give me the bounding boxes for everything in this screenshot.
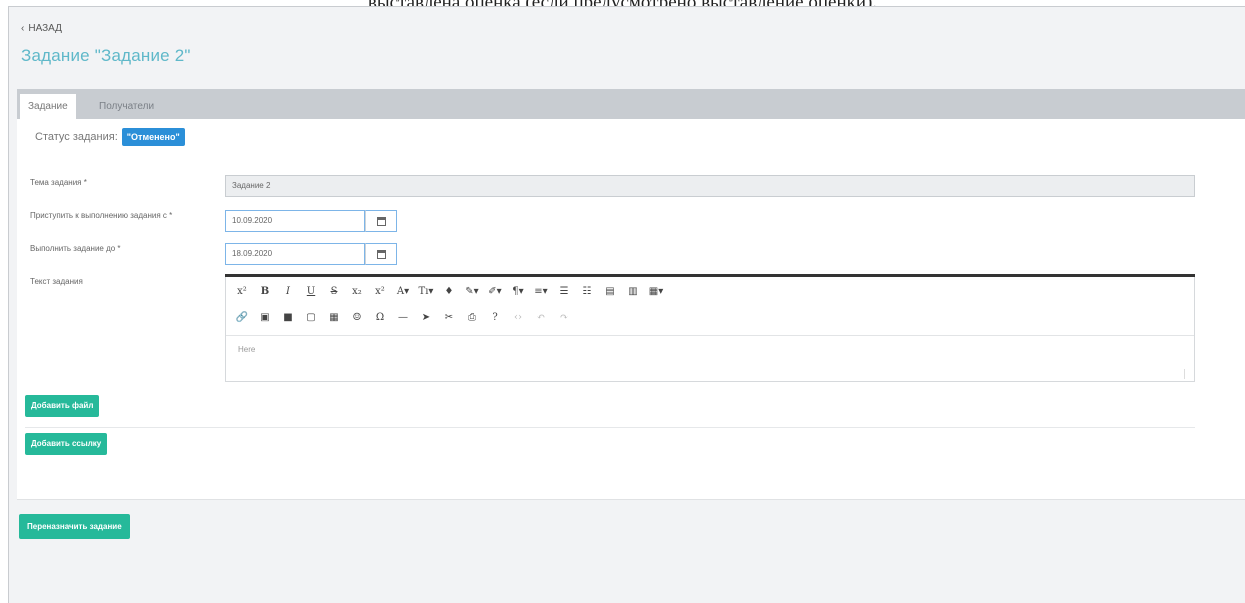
editor-toolbar-row-1: x² B I U S x₂ x² A▾ Tı▾ ♦ ✎▾ ✐▾ ¶▾ ≡▾ ☰ … bbox=[232, 283, 669, 301]
italic-icon[interactable]: I bbox=[278, 283, 298, 301]
resize-handle[interactable] bbox=[1184, 369, 1192, 379]
font-size-dropdown[interactable]: Tı▾ bbox=[416, 283, 436, 301]
horizontal-line-icon[interactable]: — bbox=[393, 309, 413, 327]
emoji-icon[interactable]: ☺ bbox=[347, 309, 367, 327]
select-icon[interactable]: ➤ bbox=[416, 309, 436, 327]
divider bbox=[25, 427, 1195, 428]
back-label: НАЗАД bbox=[28, 23, 62, 34]
video-icon[interactable]: ■ bbox=[278, 309, 298, 327]
chevron-left-icon: ‹ bbox=[21, 23, 25, 34]
file-icon[interactable]: ▢ bbox=[301, 309, 321, 327]
status-badge: "Отменено" bbox=[121, 128, 185, 146]
rich-text-editor: x² B I U S x₂ x² A▾ Tı▾ ♦ ✎▾ ✐▾ ¶▾ ≡▾ ☰ … bbox=[225, 274, 1195, 382]
start-date-calendar-button[interactable] bbox=[365, 210, 397, 232]
fill-icon[interactable]: ♦ bbox=[439, 283, 459, 301]
editor-text-area[interactable]: Here bbox=[238, 345, 255, 354]
due-date-field[interactable]: 18.09.2020 bbox=[225, 243, 365, 265]
text-label: Текст задания bbox=[30, 277, 83, 286]
tabs-bar: Задание Получатели bbox=[17, 89, 1245, 119]
footer-area: Переназначить задание bbox=[17, 499, 1245, 603]
image-icon[interactable]: ▣ bbox=[255, 309, 275, 327]
link-icon[interactable]: 🔗 bbox=[232, 309, 252, 327]
editor-divider bbox=[226, 335, 1194, 336]
superscript-icon[interactable]: x² bbox=[232, 283, 252, 301]
strikethrough-icon[interactable]: S bbox=[324, 283, 344, 301]
font-color-dropdown[interactable]: A▾ bbox=[393, 283, 413, 301]
start-date-field[interactable]: 10.09.2020 bbox=[225, 210, 365, 232]
start-date-label: Приступить к выполнению задания с * bbox=[30, 211, 173, 220]
bold-icon[interactable]: B bbox=[255, 283, 275, 301]
due-date-calendar-button[interactable] bbox=[365, 243, 397, 265]
paragraph-dropdown[interactable]: ¶▾ bbox=[508, 283, 528, 301]
app-frame: ‹ НАЗАД Задание "Задание 2" Задание Получ… bbox=[8, 6, 1245, 603]
due-date-picker: 18.09.2020 bbox=[225, 243, 397, 265]
print-icon[interactable]: ⎙ bbox=[462, 309, 482, 327]
undo-icon[interactable]: ↶ bbox=[531, 309, 551, 327]
special-char-icon[interactable]: Ω bbox=[370, 309, 390, 327]
page-title: Задание "Задание 2" bbox=[21, 46, 191, 65]
tab-recipients[interactable]: Получатели bbox=[91, 94, 162, 119]
highlight-dropdown[interactable]: ✎▾ bbox=[462, 283, 482, 301]
table-icon[interactable]: ▦ bbox=[324, 309, 344, 327]
status-label: Статус задания: bbox=[35, 131, 118, 143]
underline-icon[interactable]: U bbox=[301, 283, 321, 301]
reassign-task-button[interactable]: Переназначить задание bbox=[19, 514, 130, 539]
due-date-label: Выполнить задание до * bbox=[30, 244, 121, 253]
editor-top-border bbox=[225, 274, 1195, 277]
redo-icon[interactable]: ↷ bbox=[554, 309, 574, 327]
topic-field[interactable]: Задание 2 bbox=[225, 175, 1195, 197]
subscript-icon[interactable]: x₂ bbox=[347, 283, 367, 301]
numbered-list-icon[interactable]: ☷ bbox=[577, 283, 597, 301]
clear-format-icon[interactable]: ✂ bbox=[439, 309, 459, 327]
add-file-button[interactable]: Добавить файл bbox=[25, 395, 100, 417]
task-panel: Статус задания: "Отменено" Тема задания … bbox=[17, 119, 1245, 499]
add-link-button[interactable]: Добавить ссылку bbox=[25, 433, 108, 455]
editor-toolbar-row-2: 🔗 ▣ ■ ▢ ▦ ☺ Ω — ➤ ✂ ⎙ ? ‹› ↶ ↷ bbox=[232, 309, 577, 327]
outdent-icon[interactable]: ▤ bbox=[600, 283, 620, 301]
help-icon[interactable]: ? bbox=[485, 309, 505, 327]
calendar-icon bbox=[376, 216, 386, 226]
indent-icon[interactable]: ▥ bbox=[623, 283, 643, 301]
calendar-icon bbox=[376, 249, 386, 259]
back-link[interactable]: ‹ НАЗАД bbox=[21, 23, 62, 34]
bullet-list-icon[interactable]: ☰ bbox=[554, 283, 574, 301]
table-dropdown[interactable]: ▦▾ bbox=[646, 283, 666, 301]
status-row: Статус задания: "Отменено" bbox=[35, 128, 185, 146]
start-date-picker: 10.09.2020 bbox=[225, 210, 397, 232]
topic-label: Тема задания * bbox=[30, 178, 87, 187]
tab-task[interactable]: Задание bbox=[20, 94, 76, 119]
brush-dropdown[interactable]: ✐▾ bbox=[485, 283, 505, 301]
code-view-icon[interactable]: ‹› bbox=[508, 309, 528, 327]
align-dropdown[interactable]: ≡▾ bbox=[531, 283, 551, 301]
superscript-icon[interactable]: x² bbox=[370, 283, 390, 301]
